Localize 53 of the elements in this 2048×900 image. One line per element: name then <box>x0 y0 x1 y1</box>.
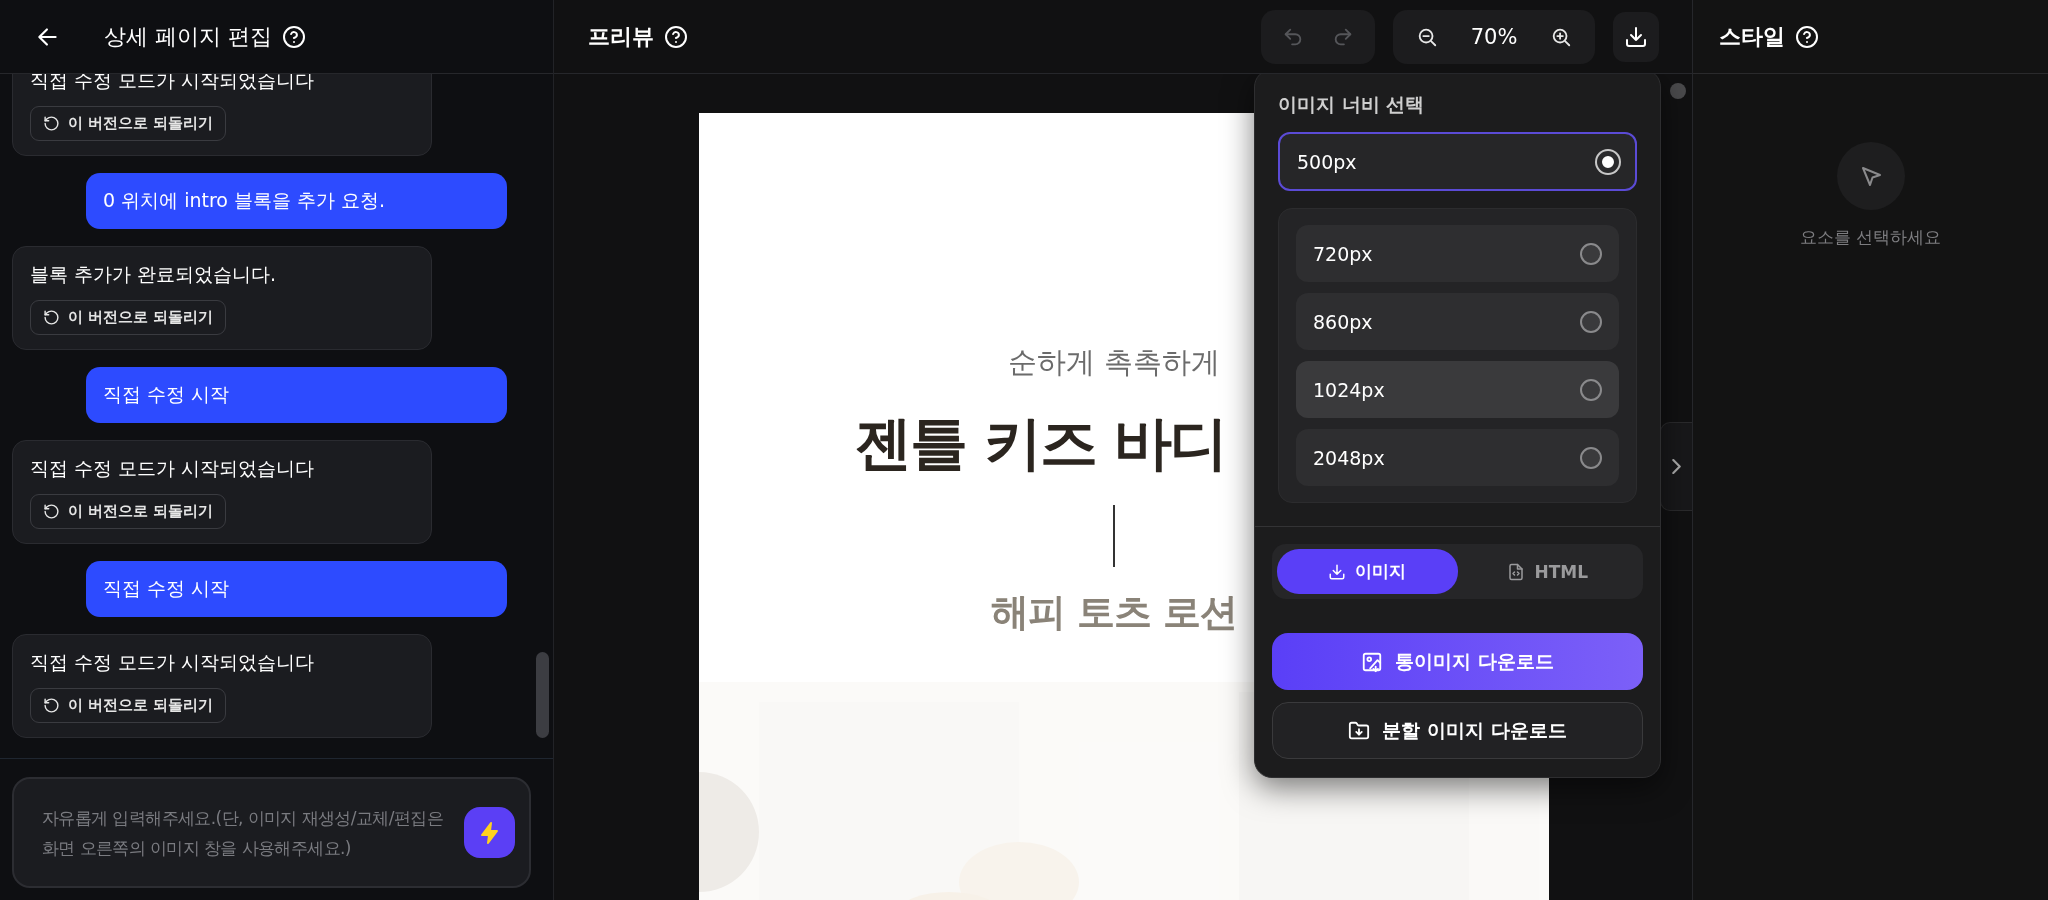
width-option[interactable]: 2048px <box>1296 429 1619 486</box>
radio-icon <box>1597 150 1619 173</box>
download-icon <box>1328 562 1347 581</box>
format-tab[interactable]: 이미지 <box>1277 549 1458 594</box>
width-option[interactable]: 1024px <box>1296 361 1619 418</box>
width-option[interactable]: 500px <box>1278 132 1637 191</box>
page-subtitle: 순하게 촉촉하게 <box>1007 344 1221 381</box>
split-image-download-button[interactable]: 분할 이미지 다운로드 <box>1272 702 1643 759</box>
radio-icon <box>1580 378 1602 401</box>
revert-button[interactable]: 이 버전으로 되돌리기 <box>30 106 227 141</box>
radio-icon <box>1580 310 1602 333</box>
help-icon <box>664 24 688 49</box>
scrollbar-thumb[interactable] <box>536 652 549 738</box>
send-button[interactable] <box>464 807 515 858</box>
help-icon <box>282 24 306 49</box>
folder-download-icon <box>1348 719 1371 742</box>
help-icon <box>1795 24 1819 49</box>
product-name: 해피 토츠 로션 <box>990 589 1238 636</box>
panel-title: 스타일 <box>1719 22 1785 51</box>
rotate-icon <box>43 115 60 132</box>
width-option[interactable]: 720px <box>1296 225 1619 282</box>
rotate-icon <box>43 503 60 520</box>
message-text: 블록 추가가 완료되었습니다. <box>30 262 277 287</box>
rotate-icon <box>43 309 60 326</box>
panel-title: 프리뷰 <box>588 22 654 51</box>
revert-button[interactable]: 이 버전으로 되돌리기 <box>30 688 227 723</box>
chevron-right-icon <box>1672 459 1681 474</box>
message-input[interactable]: 자유롭게 입력해주세요.(단, 이미지 재생성/교체/편집은 화면 오른쪽의 이미지 창을 사용해주세요.) <box>42 802 454 863</box>
image-download-icon <box>1361 650 1384 673</box>
zoom-level: 70% <box>1469 24 1519 49</box>
radio-icon <box>1580 242 1602 265</box>
user-message: 직접 수정 시작 <box>86 367 507 423</box>
download-icon <box>1624 24 1648 49</box>
code-file-icon <box>1507 562 1526 581</box>
menu-title: 이미지 너비 선택 <box>1278 92 1426 117</box>
message-text: 직접 수정 모드가 시작되었습니다 <box>30 650 315 675</box>
user-message: 0 위치에 intro 블록을 추가 요청. <box>86 173 507 229</box>
rotate-icon <box>43 697 60 714</box>
width-option[interactable]: 860px <box>1296 293 1619 350</box>
format-tab[interactable]: HTML <box>1457 549 1638 594</box>
empty-hint: 요소를 선택하세요 <box>1799 226 1942 249</box>
user-message: 직접 수정 시작 <box>86 561 507 617</box>
page-heading: 젠틀 키즈 바디 <box>854 408 1227 479</box>
panel-title: 상세 페이지 편집 <box>104 22 272 51</box>
message-text: 직접 수정 모드가 시작되었습니다 <box>30 456 315 481</box>
scroll-indicator <box>1670 83 1686 99</box>
download-button[interactable] <box>1613 11 1659 62</box>
radio-icon <box>1580 446 1602 469</box>
message-field[interactable]: 자유롭게 입력해주세요.(단, 이미지 재생성/교체/편집은 화면 오른쪽의 이미지 창을 사용해주세요.) <box>12 777 531 888</box>
revert-button[interactable]: 이 버전으로 되돌리기 <box>30 300 227 335</box>
full-image-download-button[interactable]: 통이미지 다운로드 <box>1272 633 1643 690</box>
revert-button[interactable]: 이 버전으로 되돌리기 <box>30 494 227 529</box>
divider-line <box>1113 505 1115 567</box>
